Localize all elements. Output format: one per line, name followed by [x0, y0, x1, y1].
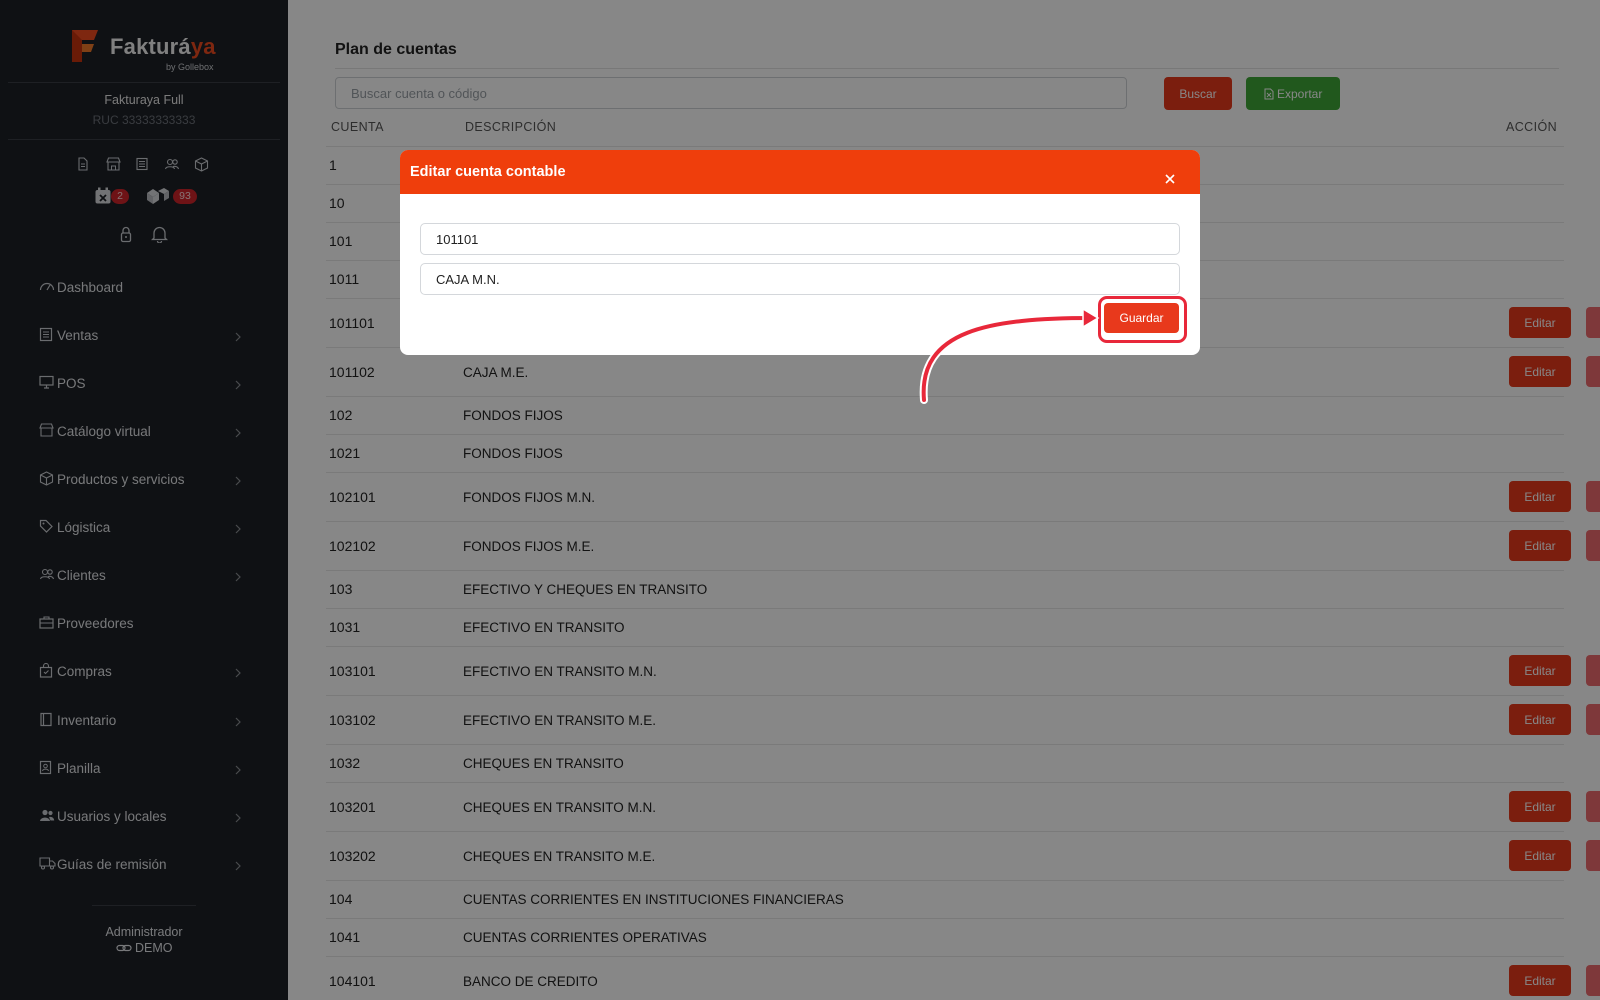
account-code-field[interactable] — [420, 223, 1180, 255]
account-description-field[interactable] — [420, 263, 1180, 295]
guardar-highlight-annotation — [1098, 296, 1187, 343]
modal-header: Editar cuenta contable — [400, 150, 1200, 194]
modal-title: Editar cuenta contable — [410, 164, 566, 180]
edit-account-modal: Editar cuenta contable Guardar — [400, 150, 1200, 355]
close-icon[interactable] — [1164, 172, 1178, 186]
